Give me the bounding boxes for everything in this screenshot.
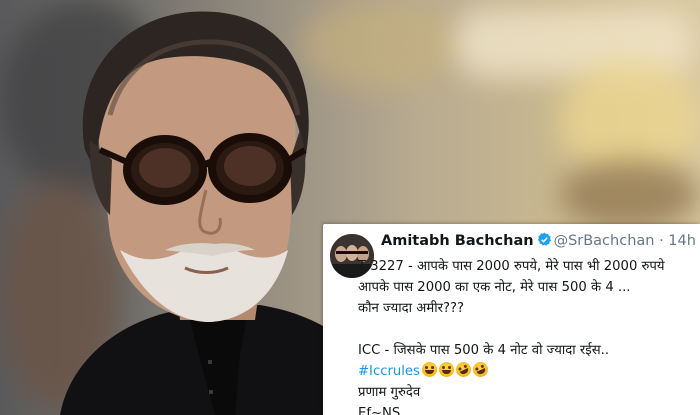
rolling-laughing-emoji-icon [453,359,474,380]
author-name[interactable]: Amitabh Bachchan [381,233,534,249]
tweet-line: कौन ज्यादा अमीर??? [358,301,465,316]
tweet-line: Ef~NS [358,406,401,415]
background-blur [560,160,700,230]
line-break [358,319,700,340]
author-handle[interactable]: @SrBachchan [554,233,655,249]
tweet-card[interactable]: Amitabh Bachchan @SrBachchan · 14h T 3227… [323,224,700,415]
separator-dot: · [659,233,664,249]
verified-badge-icon [537,232,552,251]
tweet-timestamp[interactable]: 14h [668,233,696,249]
laughing-emoji-icon [438,362,454,377]
laughing-emoji-icon [421,362,437,377]
rolling-laughing-emoji-icon [470,359,491,380]
article-hero-image: Amitabh Bachchan @SrBachchan · 14h T 3227… [0,0,700,415]
hashtag-line: #Iccrules [358,359,700,382]
tweet-line: ICC - जिसके पास 500 के 4 नोट वो ज्यादा र… [358,343,610,358]
tweet-line: T 3227 - आपके पास 2000 रुपये, मेरे पास भ… [358,259,665,274]
tweet-line: आपके पास 2000 का एक नोट, मेरे पास 500 के… [358,280,631,295]
hashtag-link[interactable]: #Iccrules [358,364,420,379]
tweet-line: प्रणाम गुरुदेव [358,385,421,400]
tweet-header: Amitabh Bachchan @SrBachchan · 14h [381,232,696,251]
tweet-text: T 3227 - आपके पास 2000 रुपये, मेरे पास भ… [358,256,700,415]
